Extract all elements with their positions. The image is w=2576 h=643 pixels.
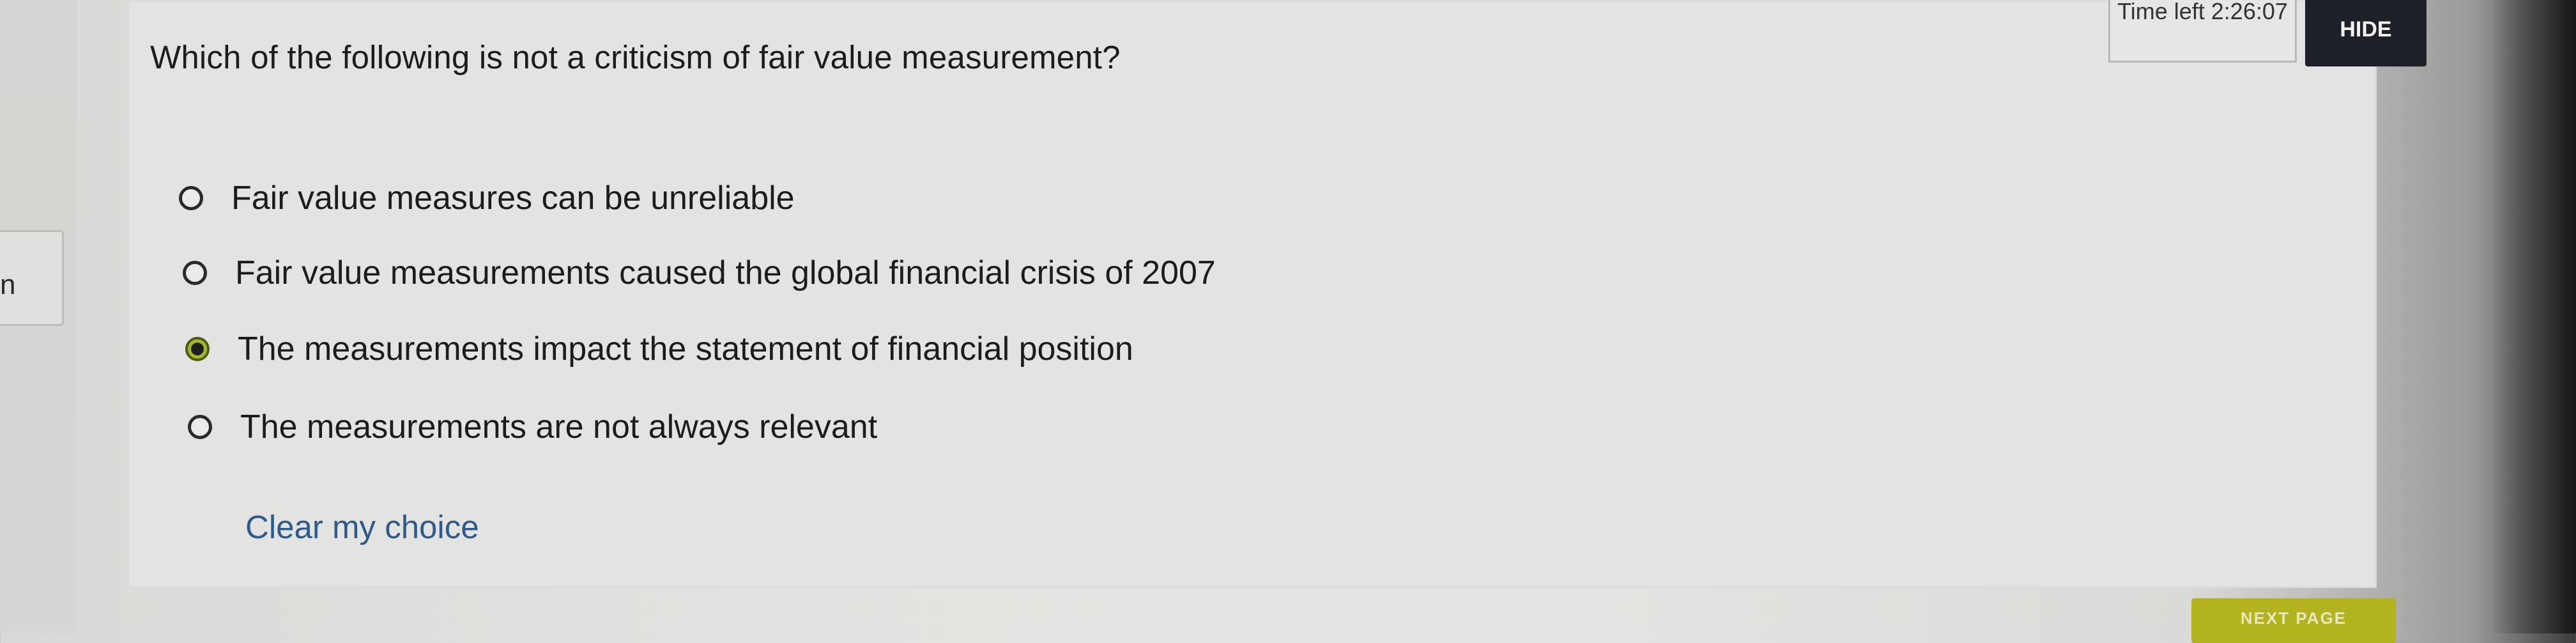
answer-option-1[interactable]: Fair value measures can be unreliable (179, 179, 795, 217)
radio-button[interactable] (188, 415, 212, 439)
answer-option-2[interactable]: Fair value measurements caused the globa… (183, 254, 1216, 292)
answer-option-label: Fair value measures can be unreliable (231, 180, 795, 217)
answer-option-label: The measurements are not always relevant (240, 408, 878, 445)
question-text: Which of the following is not a criticis… (150, 39, 1121, 75)
radio-button[interactable] (183, 261, 207, 285)
question-panel (128, 0, 2377, 588)
navigation-drawer-tab[interactable]: n (0, 230, 64, 326)
timer: Time left 2:26:07 (2108, 0, 2297, 63)
next-page-button[interactable]: NEXT PAGE (2191, 598, 2396, 643)
clear-choice-link[interactable]: Clear my choice (245, 508, 479, 546)
answer-option-label: The measurements impact the statement of… (238, 330, 1133, 368)
screen-edge-shadow (2492, 0, 2576, 633)
radio-button-selected[interactable] (185, 337, 210, 361)
answer-option-4[interactable]: The measurements are not always relevant (188, 408, 877, 446)
answer-option-label: Fair value measurements caused the globa… (235, 254, 1216, 291)
hide-timer-button[interactable]: HIDE (2305, 0, 2426, 66)
radio-button[interactable] (179, 186, 203, 210)
timer-text: Time left 2:26:07 (2117, 0, 2288, 24)
answer-option-3[interactable]: The measurements impact the statement of… (185, 330, 1133, 368)
navigation-drawer-tab-label: n (0, 269, 16, 300)
